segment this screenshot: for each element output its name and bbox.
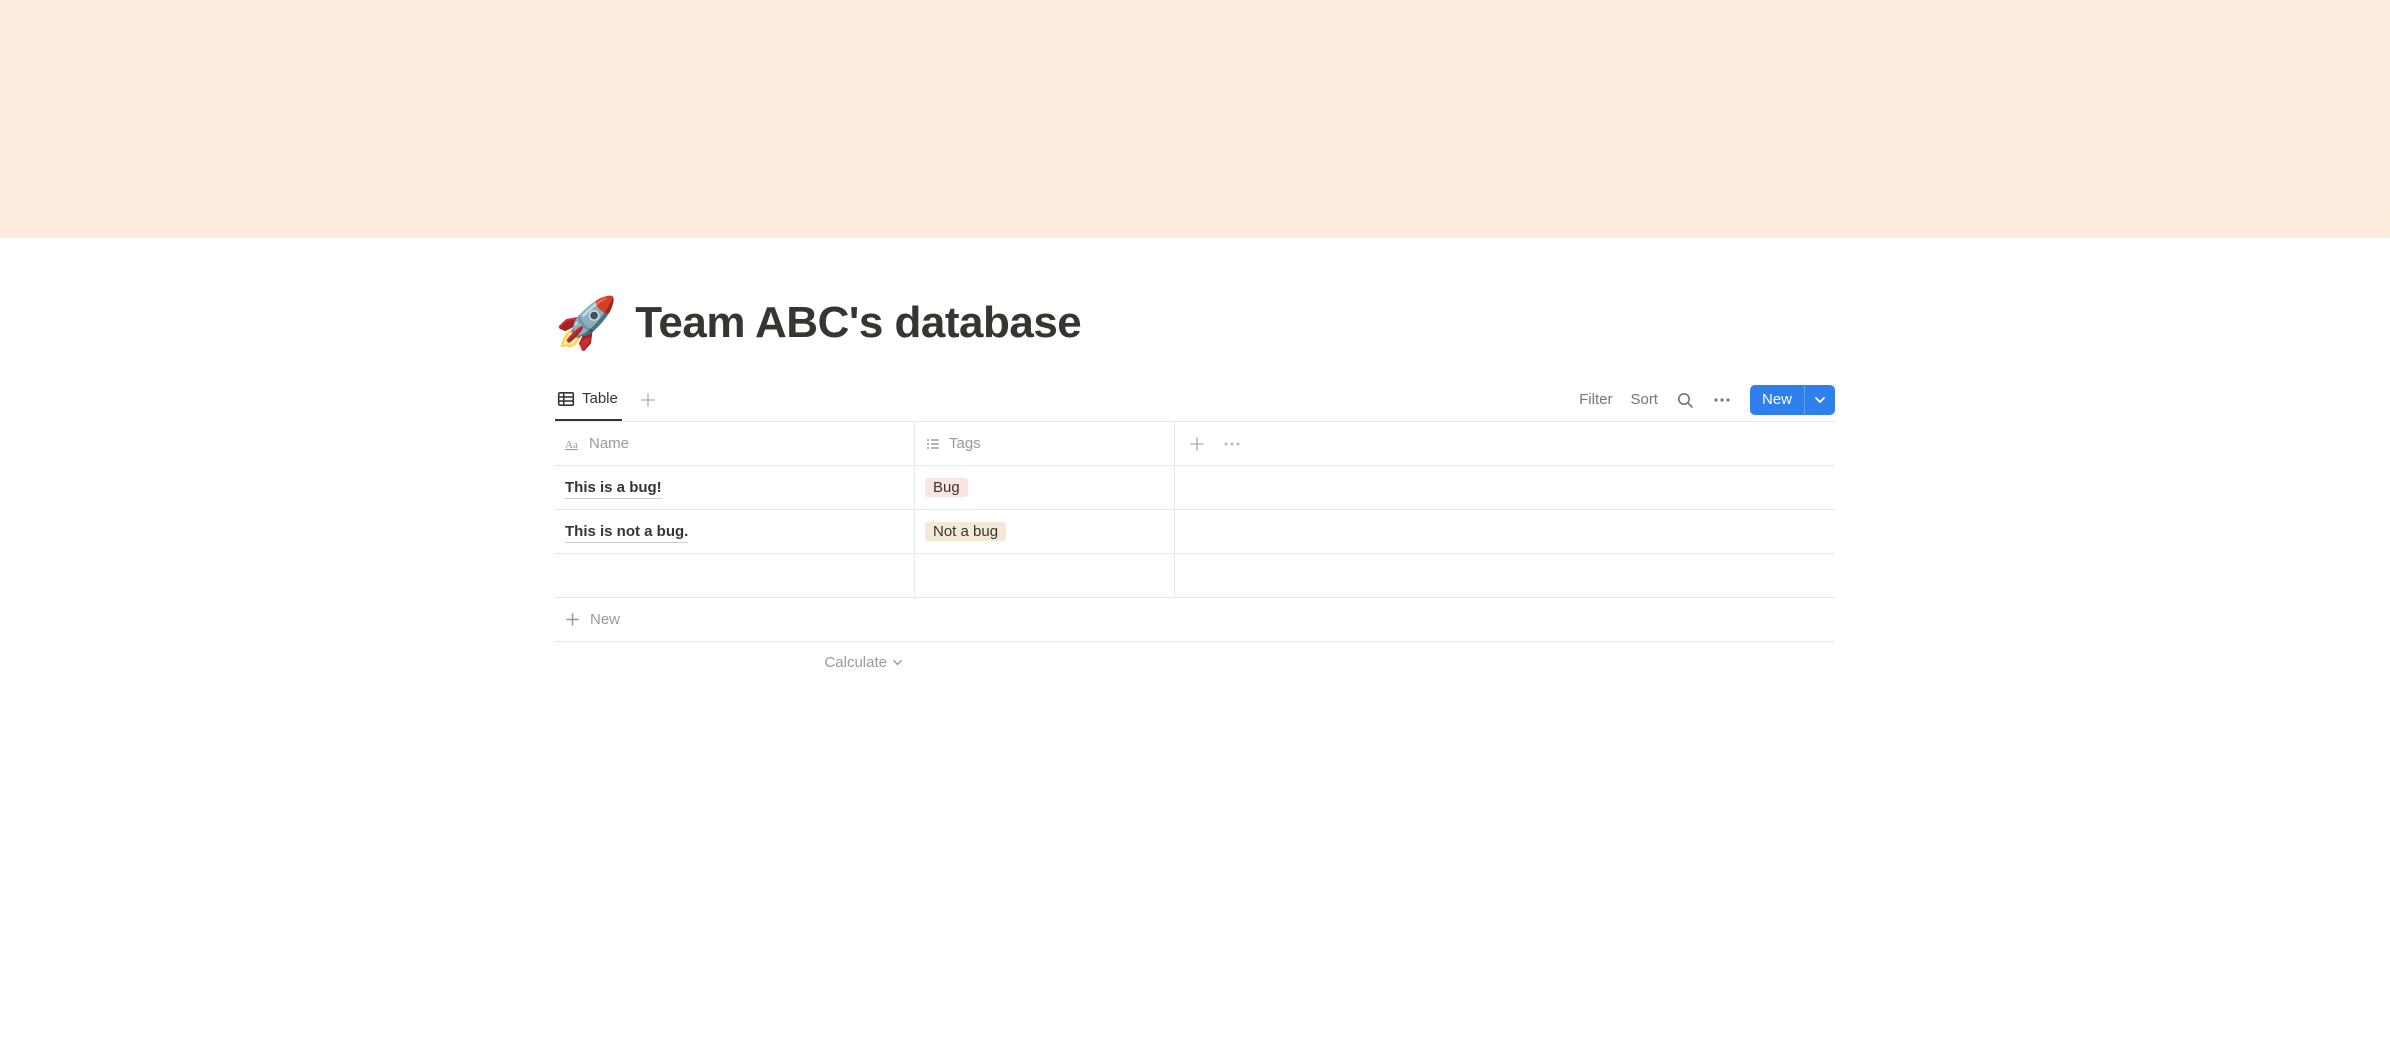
filter-button[interactable]: Filter [1579,391,1612,408]
view-bar: Table Filter Sort New [555,378,1835,422]
table-row[interactable]: This is a bug! Bug [555,466,1835,510]
page-cover[interactable] [0,0,2390,238]
database-table: Aa Name Tags [555,422,1835,682]
cell-tags[interactable]: Not a bug [915,510,1175,553]
cell-name[interactable]: This is not a bug. [555,510,915,553]
table-header: Aa Name Tags [555,422,1835,466]
add-row-label: New [590,611,620,628]
page-title[interactable]: Team ABC's database [635,298,1081,348]
title-property-icon: Aa [565,436,581,452]
row-title[interactable]: This is not a bug. [565,521,688,543]
chevron-down-icon [1814,394,1826,406]
column-label: Tags [949,435,981,452]
plus-icon [565,612,580,627]
dots-horizontal-icon [1223,436,1241,452]
new-button-dropdown[interactable] [1804,385,1835,415]
view-controls: Filter Sort New [1579,385,1835,415]
column-header-name[interactable]: Aa Name [555,422,915,465]
add-row-button[interactable]: New [555,598,1835,642]
tag-badge: Bug [925,478,968,497]
add-column-button[interactable] [1189,436,1205,452]
page-emoji-icon[interactable]: 🚀 [555,298,617,348]
sort-button[interactable]: Sort [1630,391,1658,408]
plus-icon [640,392,656,408]
table-row[interactable]: This is not a bug. Not a bug [555,510,1835,554]
view-tab-label: Table [582,390,618,407]
column-options-button[interactable] [1223,436,1241,452]
chevron-down-icon [892,657,903,668]
new-button-main[interactable]: New [1750,385,1804,415]
add-view-button[interactable] [634,392,662,408]
table-row-empty[interactable] [555,554,1835,598]
column-header-actions [1175,436,1255,452]
view-tabs: Table [555,378,662,421]
row-title[interactable]: This is a bug! [565,477,662,499]
cell-tags[interactable]: Bug [915,466,1175,509]
calculate-label: Calculate [824,654,887,671]
new-button: New [1750,385,1835,415]
search-button[interactable] [1676,391,1694,409]
dots-horizontal-icon [1712,391,1732,409]
column-label: Name [589,435,629,452]
more-options-button[interactable] [1712,391,1732,409]
table-footer: Calculate [555,642,1835,682]
column-header-tags[interactable]: Tags [915,422,1175,465]
multiselect-property-icon [925,436,941,452]
page-content: 🚀 Team ABC's database Table [535,238,1855,682]
plus-icon [1189,436,1205,452]
cell-name[interactable]: This is a bug! [555,466,915,509]
view-tab-table[interactable]: Table [555,378,622,421]
tag-badge: Not a bug [925,522,1006,541]
table-icon [557,390,575,408]
title-row: 🚀 Team ABC's database [555,238,1835,378]
search-icon [1676,391,1694,409]
calculate-button[interactable]: Calculate [555,642,915,682]
svg-text:Aa: Aa [565,439,578,451]
